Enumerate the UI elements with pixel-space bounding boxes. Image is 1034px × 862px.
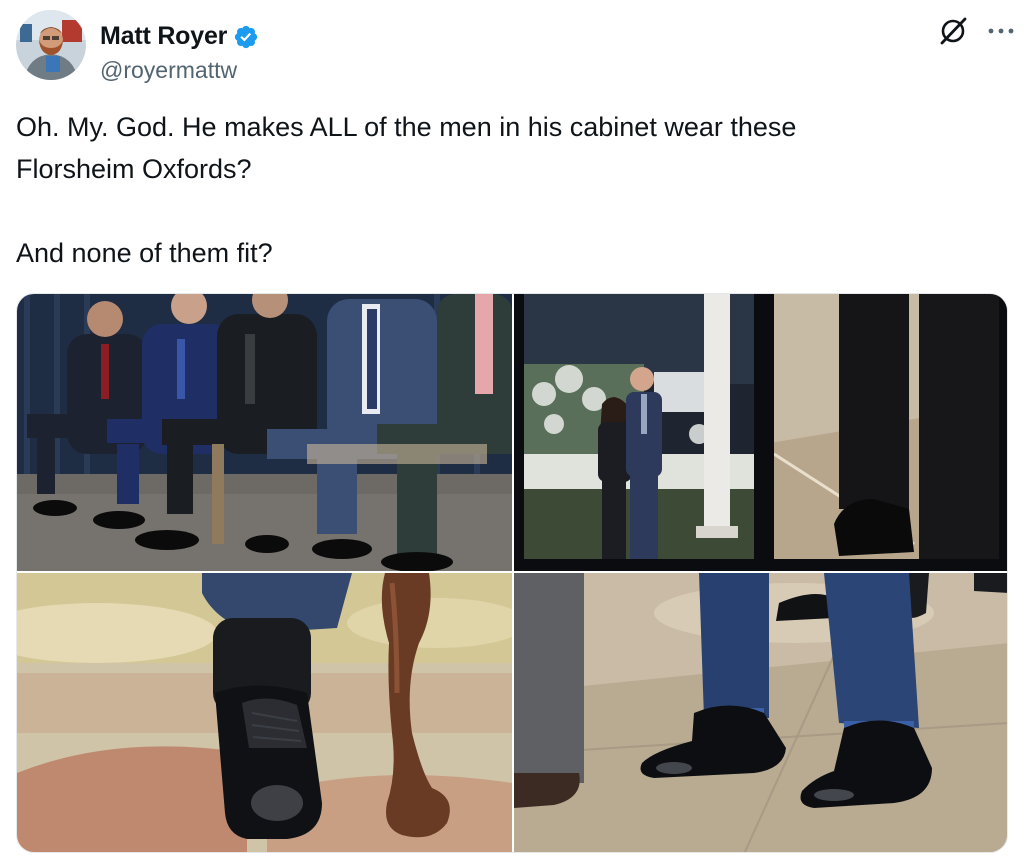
more-options-icon[interactable] <box>984 14 1018 48</box>
media-image-1[interactable] <box>17 294 512 571</box>
media-image-4[interactable] <box>514 573 1007 852</box>
post-text: Oh. My. God. He makes ALL of the men in … <box>16 112 797 268</box>
media-grid <box>16 293 1008 853</box>
media-image-2[interactable] <box>514 294 1007 571</box>
media-image-3[interactable] <box>17 573 512 852</box>
post-header: Matt Royer @royermattw <box>16 10 1018 84</box>
grok-icon[interactable] <box>936 14 970 48</box>
verified-badge-icon[interactable] <box>233 24 259 50</box>
avatar[interactable] <box>16 10 86 80</box>
author-handle[interactable]: @royermattw <box>100 57 259 84</box>
author-name[interactable]: Matt Royer <box>100 22 227 51</box>
